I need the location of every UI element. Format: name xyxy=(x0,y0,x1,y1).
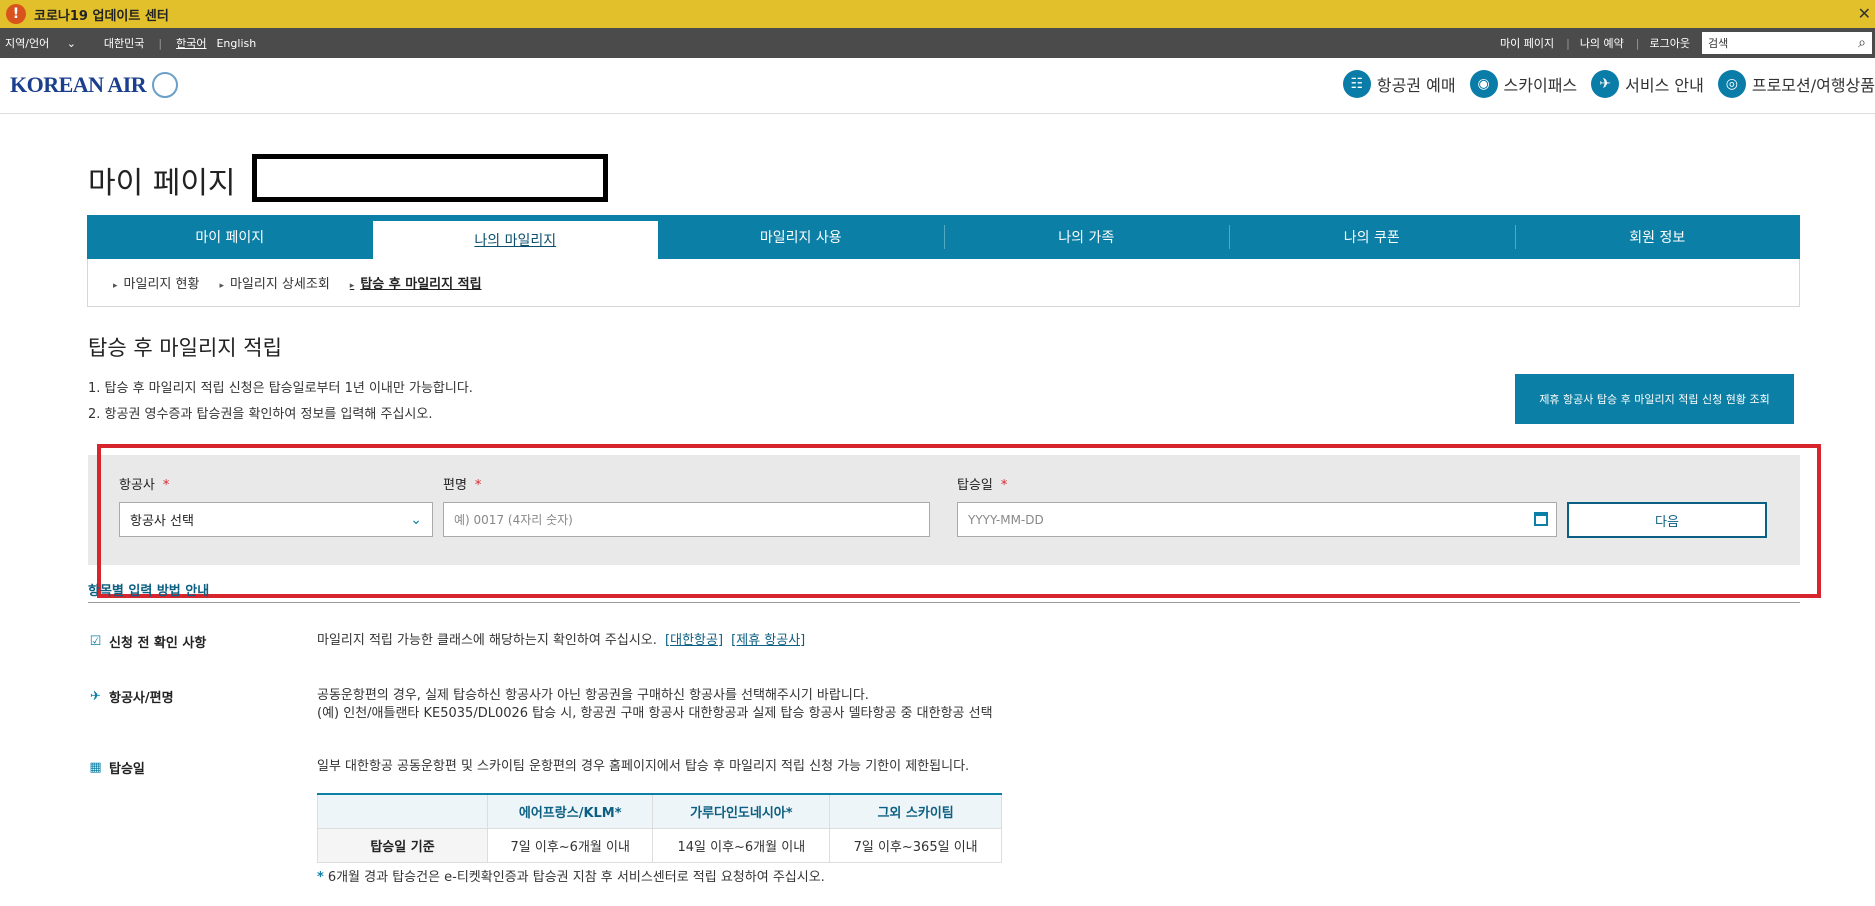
airline-flight-title: ✈ 항공사/편명 xyxy=(88,687,174,706)
check-title: ☑ 신청 전 확인 사항 xyxy=(89,634,207,651)
airplane-icon: ✈ xyxy=(1591,70,1620,98)
input-guide-link[interactable]: 항목별 입력 방법 안내 xyxy=(88,580,209,599)
divider: | xyxy=(1635,36,1640,50)
language-english[interactable]: English xyxy=(216,37,256,50)
airline-select[interactable]: 항공사 선택 ⌄ xyxy=(119,502,433,537)
boarding-date-title: ▦ 탑승일 xyxy=(89,760,145,777)
footnote: * 6개월 경과 탑승건은 e-티켓확인증과 탑승권 지참 후 서비스센터로 적립… xyxy=(317,870,825,885)
taeguk-logo-icon xyxy=(152,72,179,98)
divider: | xyxy=(1566,36,1570,50)
nav-booking[interactable]: ☷ 항공권 예매 xyxy=(1342,70,1456,98)
notes: 1. 탑승 후 마일리지 적립 신청은 탑승일로부터 1년 이내만 가능합니다.… xyxy=(88,376,473,428)
table-cell: 7일 이후~6개월 이내 xyxy=(486,827,654,863)
airline-label: 항공사 * xyxy=(119,478,170,493)
search-placeholder: 검색 xyxy=(1708,37,1729,50)
logout-link[interactable]: 로그아웃 xyxy=(1650,35,1690,51)
global-nav: ☷ 항공권 예매 ◉ 스카이패스 ✈ 서비스 안내 ◎ 프로모션/여행상품 xyxy=(1329,70,1875,98)
flight-label: 편명 * xyxy=(443,478,482,493)
date-label: 탑승일 * xyxy=(957,478,1008,493)
airplane-icon: ✈ xyxy=(90,689,101,704)
deadline-table: 에어프랑스/KLM* 가루다인도네시아* 그외 스카이팀 탑승일 기준 7일 이… xyxy=(317,793,1002,863)
required-mark: * xyxy=(1000,478,1008,493)
page-title: 마이 페이지 xyxy=(88,166,236,201)
table-row-header: 탑승일 기준 xyxy=(317,827,488,863)
search-icon[interactable]: ⌕ xyxy=(1858,35,1866,51)
required-mark: * xyxy=(162,478,170,493)
calendar-icon: ☷ xyxy=(1342,70,1371,98)
tab-my-coupon[interactable]: 나의 쿠폰 xyxy=(1229,215,1515,259)
partner-airline-class-link[interactable]: [제휴 항공사] xyxy=(731,633,805,648)
korean-air-logo[interactable]: KOREAN AIR xyxy=(10,72,179,98)
close-icon[interactable]: ✕ xyxy=(1858,4,1871,23)
table-row: 탑승일 기준 7일 이후~6개월 이내 14일 이후~6개월 이내 7일 이후~… xyxy=(317,827,1002,863)
note-1: 1. 탑승 후 마일리지 적립 신청은 탑승일로부터 1년 이내만 가능합니다. xyxy=(88,381,473,396)
nav-skypass[interactable]: ◉ 스카이패스 xyxy=(1469,70,1577,98)
table-header: 그외 스카이팀 xyxy=(829,793,1002,829)
check-text: 마일리지 적립 가능한 클래스에 해당하는지 확인하여 주십시오. [대한항공]… xyxy=(317,633,806,648)
nav-service[interactable]: ✈ 서비스 안내 xyxy=(1591,70,1704,98)
korean-air-class-link[interactable]: [대한항공] xyxy=(665,633,723,648)
tab-member-info[interactable]: 회원 정보 xyxy=(1514,215,1801,259)
subtab-mileage-detail[interactable]: 마일리지 상세조회 xyxy=(219,273,330,292)
divider: | xyxy=(158,36,163,50)
subtab-mileage-status[interactable]: 마일리지 현황 xyxy=(113,273,200,292)
table-header: 가루다인도네시아* xyxy=(652,793,831,829)
calendar-icon: ▦ xyxy=(89,760,102,775)
language-korean[interactable]: 한국어 xyxy=(176,35,206,51)
section-title: 탑승 후 마일리지 적립 xyxy=(88,336,282,360)
table-header-blank xyxy=(317,793,488,829)
chevron-down-icon: ⌄ xyxy=(66,37,76,50)
boarding-date-text: 일부 대한항공 공동운항편 및 스카이팀 운항편의 경우 홈페이지에서 탑승 후… xyxy=(317,759,970,774)
tab-my-family[interactable]: 나의 가족 xyxy=(943,215,1230,259)
region-language-selector[interactable]: 지역/언어 ⌄ xyxy=(5,35,90,51)
note-2: 2. 항공권 영수증과 탑승권을 확인하여 정보를 입력해 주십시오. xyxy=(88,407,433,422)
divider xyxy=(88,602,1800,603)
claim-status-button[interactable]: 제휴 항공사 탑승 후 마일리지 적립 신청 현황 조회 xyxy=(1515,374,1794,424)
required-mark: * xyxy=(474,478,482,493)
next-button[interactable]: 다음 xyxy=(1567,502,1767,538)
search-input[interactable]: 검색 ⌕ xyxy=(1702,32,1872,54)
flight-number-input[interactable]: 예) 0017 (4자리 숫자) xyxy=(443,502,930,537)
calendar-icon[interactable] xyxy=(1534,512,1548,526)
table-header: 에어프랑스/KLM* xyxy=(486,793,654,829)
airline-select-value: 항공사 선택 xyxy=(130,514,194,529)
nav-promotion[interactable]: ◎ 프로모션/여행상품 xyxy=(1717,70,1875,98)
subtab-bar: 마일리지 현황 마일리지 상세조회 탑승 후 마일리지 적립 xyxy=(87,259,1800,307)
global-header: KOREAN AIR ☷ 항공권 예매 ◉ 스카이패스 ✈ 서비스 안내 ◎ 프로모션/… xyxy=(0,58,1875,114)
tab-bar: 마이 페이지 나의 마일리지 마일리지 사용 나의 가족 나의 쿠폰 회원 정보 xyxy=(87,215,1800,259)
chevron-down-icon: ⌄ xyxy=(410,511,422,528)
footnote-mark: * xyxy=(317,870,324,885)
skypass-icon: ◉ xyxy=(1469,70,1498,98)
table-cell: 7일 이후~365일 이내 xyxy=(829,827,1002,863)
my-booking-link[interactable]: 나의 예약 xyxy=(1580,35,1624,51)
warning-icon: ! xyxy=(6,4,26,24)
tab-my-mileage[interactable]: 나의 마일리지 xyxy=(372,221,658,259)
utility-bar: 지역/언어 ⌄ 대한민국 | 한국어 English 마이 페이지 | 나의 예… xyxy=(0,28,1875,58)
flight-number-placeholder: 예) 0017 (4자리 숫자) xyxy=(454,513,573,527)
boarding-date-input[interactable]: YYYY-MM-DD xyxy=(957,502,1557,537)
subtab-retro-claim[interactable]: 탑승 후 마일리지 적립 xyxy=(350,273,481,292)
tab-my-page[interactable]: 마이 페이지 xyxy=(87,215,373,259)
covid-banner-text[interactable]: 코로나19 업데이트 센터 xyxy=(34,5,169,24)
checkbox-icon: ☑ xyxy=(89,634,102,649)
boarding-date-placeholder: YYYY-MM-DD xyxy=(968,512,1044,527)
country-label[interactable]: 대한민국 xyxy=(104,35,144,51)
tab-mileage-use[interactable]: 마일리지 사용 xyxy=(658,215,944,259)
globe-icon: ◎ xyxy=(1717,70,1746,98)
logo-text: KOREAN AIR xyxy=(10,72,147,97)
covid-banner[interactable]: ! 코로나19 업데이트 센터 ✕ xyxy=(0,0,1875,28)
my-page-link[interactable]: 마이 페이지 xyxy=(1500,35,1554,51)
airline-flight-text: 공동운항편의 경우, 실제 탑승하신 항공사가 아닌 항공권을 구매하신 항공사… xyxy=(317,688,993,721)
table-cell: 14일 이후~6개월 이내 xyxy=(652,827,831,863)
redacted-box xyxy=(252,154,608,202)
